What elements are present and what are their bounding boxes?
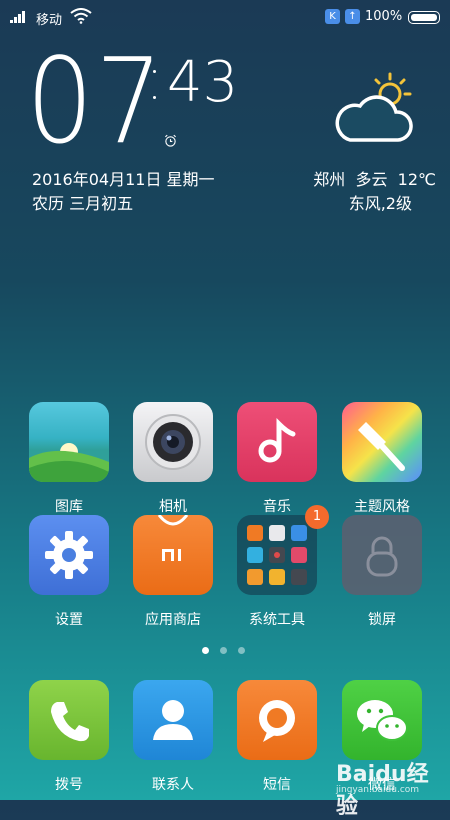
upload-icon: ↑ [345, 9, 360, 24]
clock-colon [153, 66, 157, 106]
folder-icon [237, 515, 317, 595]
app-label: 设置 [55, 612, 83, 628]
app-label: 拨号 [55, 777, 83, 793]
app-label: 相机 [159, 499, 187, 515]
date-text: 2016年04月11日 星期一 [32, 170, 215, 189]
app-store[interactable]: 应用商店 [131, 515, 215, 628]
wifi-icon [70, 8, 92, 24]
app-music[interactable]: 音乐 [235, 402, 319, 515]
baidu-watermark: Baidu经验 jingyan.baidu.com [330, 752, 450, 819]
notification-badge: 1 [305, 505, 329, 529]
app-label: 锁屏 [368, 612, 396, 628]
gallery-icon [29, 402, 109, 482]
app-label: 主题风格 [354, 499, 410, 515]
carrier-label: 移动 [36, 13, 63, 28]
dock-messages[interactable]: 短信 [235, 680, 319, 793]
weather-text: 郑州 多云 12℃ [313, 166, 436, 190]
settings-icon [29, 515, 109, 595]
app-label: 短信 [263, 777, 291, 793]
battery-percent: 100% [365, 9, 403, 24]
app-label: 应用商店 [145, 612, 201, 628]
app-settings[interactable]: 设置 [27, 515, 111, 628]
weather-wind: 东风,2级 [348, 194, 412, 213]
watermark-url: jingyan.baidu.com [336, 785, 420, 795]
page-dot-2[interactable] [220, 647, 227, 654]
weather-city: 郑州 [313, 170, 346, 189]
app-label: 联系人 [152, 777, 194, 793]
page-dot-3[interactable] [238, 647, 245, 654]
dock-phone[interactable]: 拨号 [27, 680, 111, 793]
weather-condition: 多云 [355, 170, 388, 189]
lunar-date-text: 农历 三月初五 [32, 194, 134, 213]
theme-icon [342, 402, 422, 482]
signal-icon [10, 11, 30, 23]
k-app-icon: K [325, 9, 340, 24]
status-bar: 移动 K ↑ 100% [0, 0, 450, 34]
partly-cloudy-icon [335, 72, 413, 142]
dock-contacts[interactable]: 联系人 [131, 680, 215, 793]
lock-icon [342, 515, 422, 595]
alarm-icon [165, 134, 176, 147]
app-camera[interactable]: 相机 [131, 402, 215, 515]
clock-hours: 07 [26, 32, 165, 170]
app-theme[interactable]: 主题风格 [340, 402, 424, 515]
phone-icon [29, 680, 109, 760]
app-label: 图库 [55, 499, 83, 515]
camera-icon [133, 402, 213, 482]
messages-icon [237, 680, 317, 760]
app-store-icon [133, 515, 213, 595]
clock-minutes: 43 [167, 50, 239, 115]
app-lock-screen[interactable]: 锁屏 [340, 515, 424, 628]
contacts-icon [133, 680, 213, 760]
battery-icon [408, 11, 440, 24]
music-icon [237, 402, 317, 482]
wechat-icon [342, 680, 422, 760]
app-label: 系统工具 [249, 612, 305, 628]
page-indicator[interactable] [200, 647, 252, 655]
app-gallery[interactable]: 图库 [27, 402, 111, 515]
folder-system-tools[interactable]: 系统工具 [235, 515, 319, 628]
page-dot-1[interactable] [202, 647, 209, 654]
weather-temperature: 12℃ [397, 170, 436, 189]
